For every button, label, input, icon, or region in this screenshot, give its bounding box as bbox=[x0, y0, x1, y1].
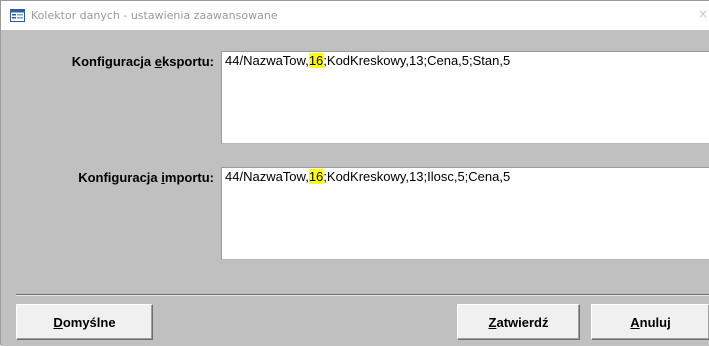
export-config-highlight: 16 bbox=[308, 53, 324, 68]
title-bar: Kolektor danych - ustawienia zaawansowan… bbox=[1, 1, 709, 30]
import-config-value-end: ;KodKreskowy,13;Ilosc,5;Cena,5 bbox=[323, 169, 511, 184]
export-config-value-start: 44/NazwaTow, bbox=[225, 53, 309, 68]
close-icon[interactable]: × bbox=[698, 7, 708, 21]
defaults-button[interactable]: Domyślne bbox=[16, 304, 153, 340]
import-config-field[interactable]: 44/NazwaTow,16;KodKreskowy,13;Ilosc,5;Ce… bbox=[221, 167, 709, 260]
import-config-label: Konfiguracja importu: bbox=[78, 170, 214, 185]
import-config-highlight: 16 bbox=[308, 169, 324, 184]
separator-highlight bbox=[16, 295, 709, 296]
cancel-button[interactable]: Anuluj bbox=[591, 304, 709, 340]
confirm-button[interactable]: Zatwierdź bbox=[457, 304, 580, 340]
dialog-window: Kolektor danych - ustawienia zaawansowan… bbox=[0, 0, 709, 346]
import-config-value-start: 44/NazwaTow, bbox=[225, 169, 309, 184]
export-config-field[interactable]: 44/NazwaTow,16;KodKreskowy,13;Cena,5;Sta… bbox=[221, 51, 709, 144]
form-window-icon bbox=[10, 9, 25, 22]
export-config-value-end: ;KodKreskowy,13;Cena,5;Stan,5 bbox=[323, 53, 511, 68]
export-config-label: Konfiguracja eksportu: bbox=[71, 54, 214, 69]
dialog-body: Konfiguracja eksportu: 44/NazwaTow,16;Ko… bbox=[1, 30, 709, 346]
window-title: Kolektor danych - ustawienia zaawansowan… bbox=[31, 9, 278, 22]
